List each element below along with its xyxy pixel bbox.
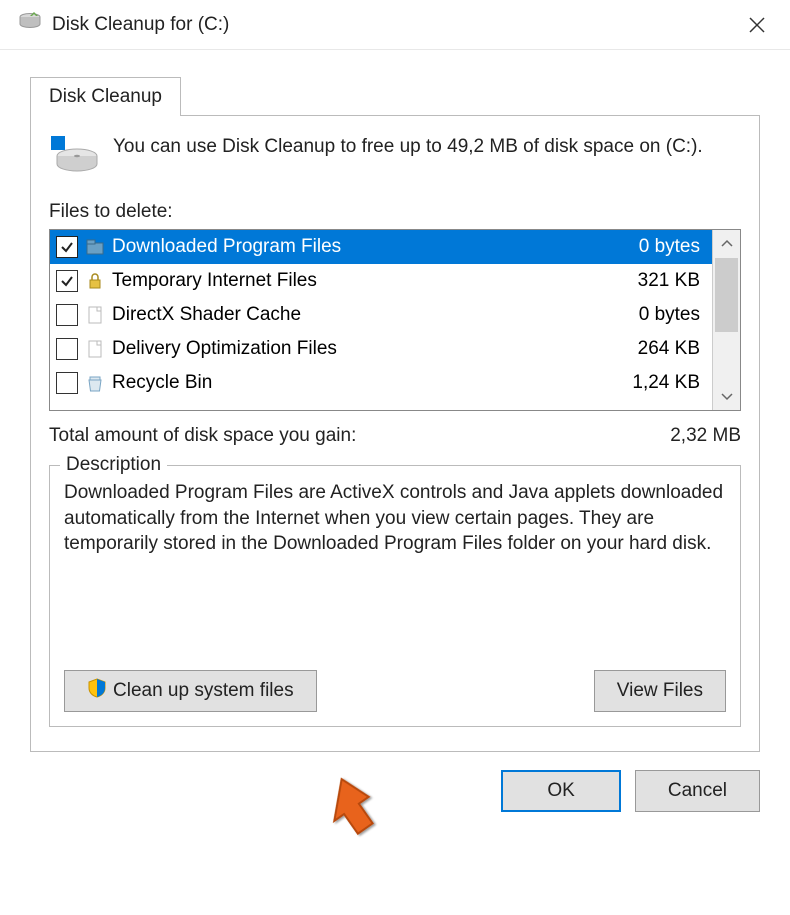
file-name: Delivery Optimization Files (112, 338, 638, 360)
folder-icon (84, 236, 106, 258)
dialog-button-row: OK Cancel (0, 752, 790, 812)
titlebar: Disk Cleanup for (C:) (0, 0, 790, 50)
scroll-down-button[interactable] (713, 382, 740, 410)
chevron-up-icon (721, 238, 733, 250)
file-row[interactable]: DirectX Shader Cache0 bytes (50, 298, 712, 332)
cancel-button[interactable]: Cancel (635, 770, 760, 812)
file-icon (84, 338, 106, 360)
scroll-track[interactable] (713, 258, 740, 382)
checkbox[interactable] (56, 236, 78, 258)
shield-icon (87, 678, 107, 704)
file-icon (84, 304, 106, 326)
recycle-icon (84, 372, 106, 394)
view-files-label: View Files (617, 680, 703, 702)
close-button[interactable] (732, 5, 782, 45)
total-row: Total amount of disk space you gain: 2,3… (49, 425, 741, 447)
file-name: Temporary Internet Files (112, 270, 638, 292)
file-row[interactable]: Temporary Internet Files321 KB (50, 264, 712, 298)
tabbar: Disk Cleanup (30, 76, 790, 115)
files-to-delete-label: Files to delete: (49, 201, 741, 223)
view-files-button[interactable]: View Files (594, 670, 726, 712)
clean-up-system-files-label: Clean up system files (113, 680, 294, 702)
scroll-thumb[interactable] (715, 258, 738, 332)
summary-row: You can use Disk Cleanup to free up to 4… (49, 134, 741, 181)
description-legend: Description (60, 454, 167, 476)
tab-content: You can use Disk Cleanup to free up to 4… (30, 115, 760, 752)
clean-up-system-files-button[interactable]: Clean up system files (64, 670, 317, 712)
file-name: Downloaded Program Files (112, 236, 639, 258)
cancel-label: Cancel (668, 780, 727, 802)
ok-button[interactable]: OK (501, 770, 620, 812)
checkbox[interactable] (56, 304, 78, 326)
summary-text: You can use Disk Cleanup to free up to 4… (113, 134, 703, 160)
close-icon (748, 16, 766, 34)
total-label: Total amount of disk space you gain: (49, 425, 670, 447)
description-fieldset: Description Downloaded Program Files are… (49, 465, 741, 727)
file-list[interactable]: Downloaded Program Files0 bytesTemporary… (49, 229, 741, 411)
file-row[interactable]: Recycle Bin1,24 KB (50, 366, 712, 400)
lock-icon (84, 270, 106, 292)
window-title: Disk Cleanup for (C:) (52, 14, 732, 36)
file-row[interactable]: Delivery Optimization Files264 KB (50, 332, 712, 366)
tab-disk-cleanup[interactable]: Disk Cleanup (30, 77, 181, 116)
total-value: 2,32 MB (670, 425, 741, 447)
file-size: 264 KB (638, 338, 706, 360)
scroll-up-button[interactable] (713, 230, 740, 258)
file-name: DirectX Shader Cache (112, 304, 639, 326)
file-size: 1,24 KB (632, 372, 706, 394)
file-size: 0 bytes (639, 304, 706, 326)
file-size: 321 KB (638, 270, 706, 292)
checkbox[interactable] (56, 270, 78, 292)
disk-icon (49, 134, 99, 181)
file-name: Recycle Bin (112, 372, 632, 394)
file-row[interactable]: Downloaded Program Files0 bytes (50, 230, 712, 264)
file-size: 0 bytes (639, 236, 706, 258)
scrollbar[interactable] (712, 230, 740, 410)
checkbox[interactable] (56, 338, 78, 360)
ok-label: OK (547, 780, 574, 802)
disk-cleanup-icon (18, 10, 42, 39)
checkbox[interactable] (56, 372, 78, 394)
description-text: Downloaded Program Files are ActiveX con… (64, 480, 726, 650)
chevron-down-icon (721, 390, 733, 402)
